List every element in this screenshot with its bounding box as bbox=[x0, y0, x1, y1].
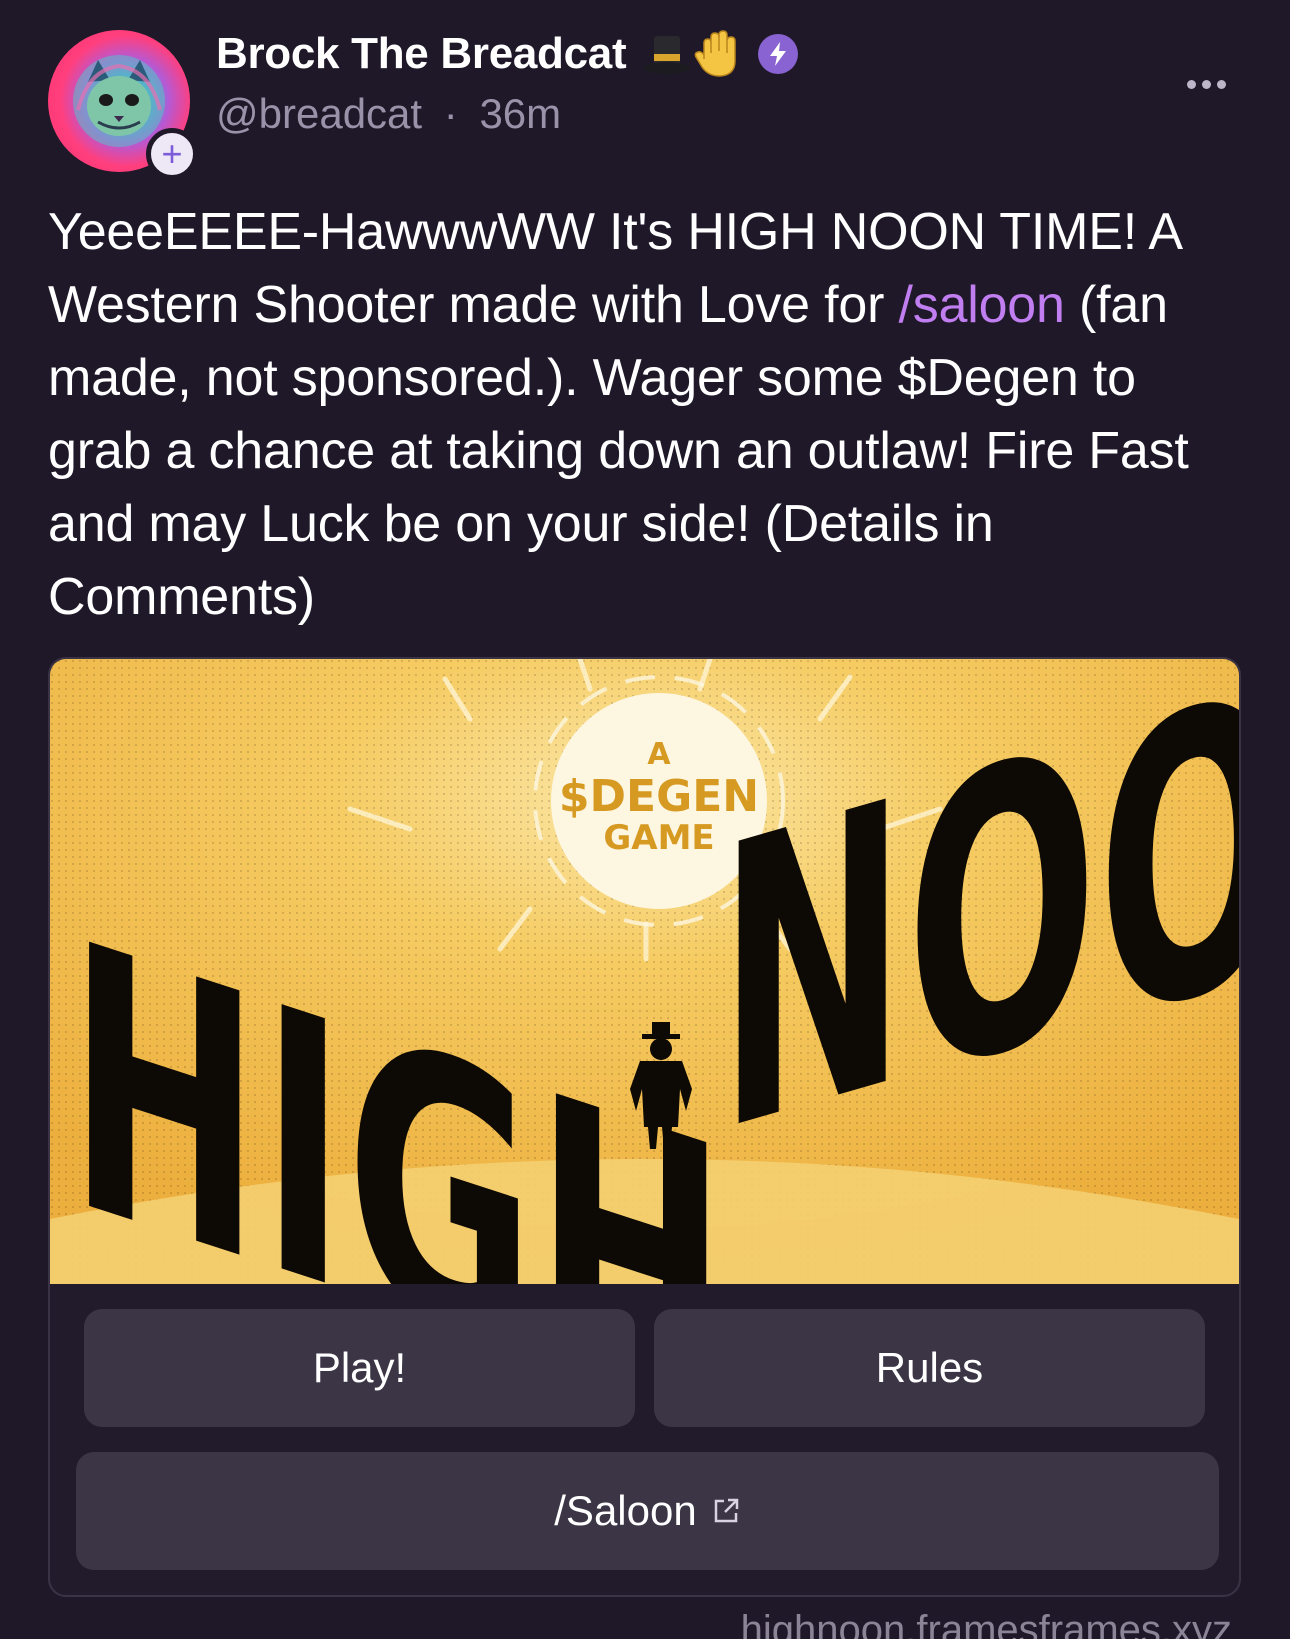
power-badge-icon bbox=[758, 34, 799, 74]
frame-button-play[interactable]: Play! bbox=[84, 1309, 635, 1427]
more-dot bbox=[1202, 80, 1211, 89]
cast-post: + Brock The Breadcat @breadcat · 36m Yee… bbox=[0, 0, 1290, 1639]
post-timestamp: 36m bbox=[479, 90, 562, 137]
play-button-label: Play! bbox=[312, 1344, 407, 1391]
author-handle-row: @breadcat · 36m bbox=[216, 90, 561, 138]
frame-domain[interactable]: highnoon.framesframes.xyz bbox=[741, 1608, 1232, 1639]
more-dot bbox=[1217, 80, 1226, 89]
handle-separator: · bbox=[443, 90, 458, 137]
author-name-row: Brock The Breadcat bbox=[216, 26, 799, 82]
saloon-button-label: /Saloon bbox=[554, 1487, 697, 1534]
author-display-name[interactable]: Brock The Breadcat bbox=[216, 29, 627, 79]
name-emojis bbox=[642, 29, 740, 79]
post-text: YeeeEEEE-HawwwWW It's HIGH NOON TIME! A … bbox=[48, 196, 1248, 634]
frame-button-saloon-link[interactable]: /Saloon bbox=[76, 1452, 1219, 1570]
frame-button-rules[interactable]: Rules bbox=[654, 1309, 1205, 1427]
author-handle[interactable]: @breadcat bbox=[216, 90, 422, 137]
raised-hand-emoji bbox=[694, 30, 737, 77]
sun-text-a: A bbox=[647, 737, 671, 772]
follow-plus-button[interactable]: + bbox=[146, 128, 198, 180]
frame-image[interactable]: A $DEGEN GAME HIGH NOON bbox=[50, 659, 1239, 1284]
rules-button-label: Rules bbox=[875, 1344, 984, 1391]
more-dot bbox=[1187, 80, 1196, 89]
external-link-icon bbox=[711, 1496, 741, 1526]
frame-card: A $DEGEN GAME HIGH NOON Play! Rules /Sal… bbox=[48, 657, 1241, 1597]
more-options-icon[interactable] bbox=[1187, 80, 1226, 89]
plus-icon: + bbox=[161, 133, 183, 174]
channel-link-saloon[interactable]: /saloon bbox=[898, 276, 1064, 334]
author-avatar-wrap[interactable]: + bbox=[48, 30, 198, 180]
sun-text-game: GAME bbox=[603, 818, 714, 858]
top-hat-emoji bbox=[644, 36, 691, 74]
